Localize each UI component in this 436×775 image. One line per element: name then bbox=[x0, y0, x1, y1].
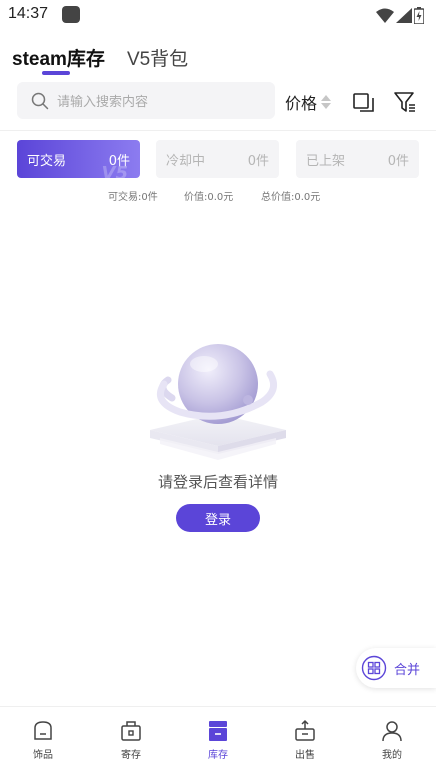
status-card-label: 已上架 bbox=[306, 153, 346, 169]
card-decoration: V5 bbox=[101, 163, 128, 178]
battery-icon bbox=[414, 7, 424, 24]
status-card-listed[interactable]: 已上架 0件 bbox=[296, 140, 419, 178]
header-divider bbox=[0, 130, 436, 131]
login-button[interactable]: 登录 bbox=[176, 504, 260, 532]
nav-label: 寄存 bbox=[121, 750, 141, 761]
nav-label: 饰品 bbox=[33, 750, 53, 761]
shop-icon bbox=[34, 721, 52, 740]
sort-arrows-icon bbox=[321, 95, 332, 109]
nav-label: 我的 bbox=[382, 750, 402, 761]
nav-item-profile[interactable]: 我的 bbox=[357, 719, 427, 761]
sell-icon bbox=[295, 719, 315, 741]
search-placeholder: 请输入搜索内容 bbox=[57, 95, 149, 110]
signal-icon bbox=[396, 8, 412, 23]
login-prompt-text: 请登录后查看详情 bbox=[157, 473, 278, 491]
nav-label: 库存 bbox=[208, 750, 228, 761]
active-tab-indicator bbox=[42, 71, 70, 75]
status-card-count: 0件 bbox=[247, 153, 269, 169]
status-card-label: 可交易 bbox=[27, 153, 67, 169]
app-notification-icon bbox=[62, 6, 80, 23]
status-icons bbox=[376, 7, 424, 24]
summary-value: 价值:0.0元 bbox=[184, 192, 234, 203]
tab-steam-inventory[interactable]: steam库存 bbox=[12, 44, 105, 71]
search-icon bbox=[31, 92, 49, 109]
nav-label: 出售 bbox=[295, 750, 315, 761]
wifi-icon bbox=[376, 8, 394, 23]
nav-item-sell[interactable]: 出售 bbox=[270, 719, 340, 761]
status-card-label: 冷却中 bbox=[166, 153, 206, 169]
price-sort-button[interactable]: 价格 bbox=[285, 90, 332, 114]
status-card-tradable[interactable]: 可交易 0件 V5 bbox=[17, 140, 140, 178]
status-bar: 14:37 bbox=[0, 0, 436, 30]
merge-button[interactable]: 合并 bbox=[356, 648, 436, 688]
deposit-icon bbox=[121, 721, 141, 741]
bottom-navigation: 饰品 寄存 库存 出售 我的 bbox=[0, 706, 436, 775]
nav-item-inventory[interactable]: 库存 bbox=[183, 719, 253, 761]
summary-tradable: 可交易:0件 bbox=[108, 192, 158, 203]
filter-icon[interactable] bbox=[392, 89, 418, 115]
inventory-icon bbox=[209, 721, 227, 741]
nav-item-deposit[interactable]: 寄存 bbox=[96, 719, 166, 761]
search-input[interactable]: 请输入搜索内容 bbox=[17, 82, 275, 119]
empty-state-illustration bbox=[150, 344, 286, 460]
status-card-count: 0件 bbox=[387, 153, 409, 169]
merge-icon bbox=[361, 655, 387, 681]
top-tabs: steam库存 V5背包 bbox=[12, 44, 210, 76]
nav-item-accessories[interactable]: 饰品 bbox=[8, 719, 78, 761]
profile-icon bbox=[382, 721, 402, 742]
summary-total-value: 总价值:0.0元 bbox=[261, 192, 321, 203]
layout-toggle-icon[interactable] bbox=[351, 89, 377, 115]
merge-label: 合并 bbox=[394, 662, 421, 678]
status-card-cooling[interactable]: 冷却中 0件 bbox=[156, 140, 279, 178]
status-time: 14:37 bbox=[8, 5, 49, 22]
price-sort-label: 价格 bbox=[285, 94, 318, 113]
tab-v5-backpack[interactable]: V5背包 bbox=[127, 44, 188, 71]
